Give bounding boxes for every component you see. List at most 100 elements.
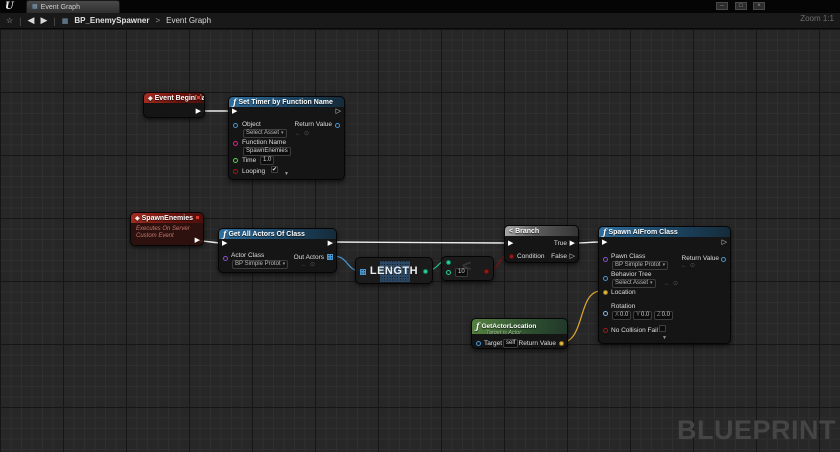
looping-pin[interactable] (233, 169, 238, 174)
return-value-pin[interactable] (335, 123, 340, 128)
location-pin[interactable] (603, 290, 608, 295)
looping-checkbox[interactable]: ✔ (271, 166, 278, 173)
use-asset-icon[interactable]: ← (301, 262, 309, 268)
exec-out-pin[interactable]: ▷ (722, 239, 727, 246)
node-branch[interactable]: < Branch ▶ True ▶ Condition False ▷ (504, 225, 579, 263)
return-value-pin[interactable] (721, 257, 726, 262)
behavior-tree-dropdown[interactable]: Select Asset▾ (612, 279, 656, 288)
result-bool-pin[interactable] (484, 269, 489, 274)
node-set-timer-by-function-name[interactable]: ƒ Set Timer by Function Name ▶ ▷ Object … (228, 96, 345, 180)
node-less-than[interactable]: < 10 (441, 256, 494, 281)
compare-b-input[interactable]: 10 (455, 268, 468, 277)
close-button[interactable]: × (753, 2, 765, 10)
event-icon: ◈ (148, 95, 153, 102)
graph-canvas[interactable]: BLUEPRINT ◈ Event BeginPlay ▶ ƒ Set Time… (0, 29, 840, 452)
rotation-pin[interactable] (603, 311, 608, 316)
favorite-star-icon[interactable]: ☆ (6, 17, 13, 25)
tab-grid-icon: ▦ (32, 4, 38, 10)
z-label: Z (657, 312, 661, 318)
length-out-pin[interactable] (423, 269, 428, 274)
time-input[interactable]: 1.0 (260, 156, 274, 165)
behavior-tree-pin[interactable] (603, 276, 608, 281)
actor-class-pin[interactable] (223, 256, 228, 261)
breadcrumb-root[interactable]: BP_EnemySpawner (74, 16, 149, 25)
time-pin[interactable] (233, 158, 238, 163)
false-label: False (551, 254, 567, 261)
node-get-all-actors-of-class[interactable]: ƒ Get All Actors Of Class ▶ ▶ Actor Clas… (218, 228, 337, 273)
exec-in-pin[interactable]: ▶ (222, 240, 227, 247)
collapse-caret-icon[interactable]: ▼ (284, 172, 289, 177)
true-exec-pin[interactable]: ▶ (570, 240, 575, 247)
browse-icon[interactable]: ⊙ (304, 131, 311, 137)
false-exec-pin[interactable]: ▷ (570, 253, 575, 260)
no-collision-fail-label: No Collision Fail (611, 328, 658, 335)
condition-label: Condition (517, 254, 544, 261)
node-spawnenemies-event[interactable]: ◈ SpawnEnemies Executes On Server Custom… (130, 212, 204, 246)
target-pin[interactable] (476, 341, 481, 346)
rotation-x-input[interactable]: X0.0 (612, 311, 631, 320)
exec-out-pin[interactable]: ▷ (336, 108, 341, 115)
tab-event-graph[interactable]: ▦ Event Graph (26, 0, 120, 13)
forward-arrow-icon[interactable]: ▶ (40, 16, 47, 25)
dropdown-value: Select Asset (615, 280, 648, 286)
node-event-beginplay[interactable]: ◈ Event BeginPlay ▶ (143, 92, 205, 118)
object-select-asset-dropdown[interactable]: Select Asset▾ (243, 129, 287, 138)
true-label: True (554, 241, 567, 248)
minimize-button[interactable]: – (716, 2, 728, 10)
no-collision-fail-checkbox[interactable] (659, 325, 666, 332)
rotation-label: Rotation (611, 304, 635, 311)
use-asset-icon[interactable]: ← (295, 131, 303, 137)
node-header: ƒ Spawn AIFrom Class (599, 227, 730, 237)
rotation-y-input[interactable]: Y0.0 (633, 311, 652, 320)
node-get-actor-location[interactable]: ƒ GetActorLocation Target is Actor Targe… (471, 318, 568, 349)
array-in-pin[interactable] (360, 269, 366, 275)
actor-class-label: Actor Class (231, 253, 264, 260)
out-actors-label: Out Actors (294, 255, 324, 262)
exec-in-pin[interactable]: ▶ (602, 239, 607, 246)
unreal-logo-icon: U (5, 0, 14, 13)
actor-class-dropdown[interactable]: BP Simple Protot▾ (232, 260, 288, 269)
out-actors-array-pin[interactable] (327, 254, 333, 260)
target-self-input[interactable]: self (503, 339, 518, 348)
collapse-caret-icon[interactable]: ▼ (662, 336, 667, 341)
wire-exec-getallactors-branch (332, 242, 507, 243)
node-title: Set Timer by Function Name (238, 99, 332, 106)
pawn-class-dropdown[interactable]: BP Simple Protot▾ (612, 261, 668, 270)
check-icon: ✔ (272, 167, 277, 173)
breadcrumb-current[interactable]: Event Graph (166, 16, 211, 25)
back-arrow-icon[interactable]: ◀ (28, 16, 35, 25)
caret-down-icon: ▾ (283, 261, 286, 267)
compare-b-pin[interactable] (446, 270, 451, 275)
pawn-class-pin[interactable] (603, 257, 608, 262)
looping-label: Looping (242, 169, 265, 176)
compare-a-pin[interactable] (446, 260, 451, 265)
rotation-z-input[interactable]: Z0.0 (654, 311, 673, 320)
browse-icon[interactable]: ⊙ (690, 263, 697, 269)
restore-button[interactable]: □ (735, 2, 747, 10)
exec-out-pin[interactable]: ▶ (196, 108, 201, 115)
exec-in-pin[interactable]: ▶ (508, 240, 513, 247)
use-asset-icon[interactable]: ← (681, 263, 689, 269)
dropdown-value: BP Simple Protot (235, 261, 281, 267)
node-spawn-ai-from-class[interactable]: ƒ Spawn AIFrom Class ▶ ▷ Pawn Class BP S… (598, 226, 731, 344)
no-collision-fail-pin[interactable] (603, 328, 608, 333)
function-name-label: Function Name (242, 140, 286, 147)
node-array-length[interactable]: LENGTH (355, 257, 433, 284)
use-asset-icon[interactable]: ← (664, 281, 672, 287)
exec-out-pin[interactable]: ▶ (195, 237, 200, 244)
browse-icon[interactable]: ⊙ (310, 262, 317, 268)
node-header: ƒ Set Timer by Function Name (229, 97, 344, 107)
toolbar-divider: | (53, 16, 55, 26)
x-label: X (615, 312, 619, 318)
exec-out-pin[interactable]: ▶ (328, 240, 333, 247)
condition-pin[interactable] (509, 254, 514, 259)
object-pin[interactable] (233, 123, 238, 128)
return-value-pin[interactable] (559, 341, 564, 346)
object-label: Object (242, 122, 261, 129)
browse-icon[interactable]: ⊙ (673, 281, 680, 287)
function-icon: ƒ (603, 227, 606, 237)
function-name-input[interactable]: SpawnEnemies (243, 147, 291, 156)
pawn-class-label: Pawn Class (611, 254, 645, 261)
exec-in-pin[interactable]: ▶ (232, 108, 237, 115)
function-name-pin[interactable] (233, 141, 238, 146)
